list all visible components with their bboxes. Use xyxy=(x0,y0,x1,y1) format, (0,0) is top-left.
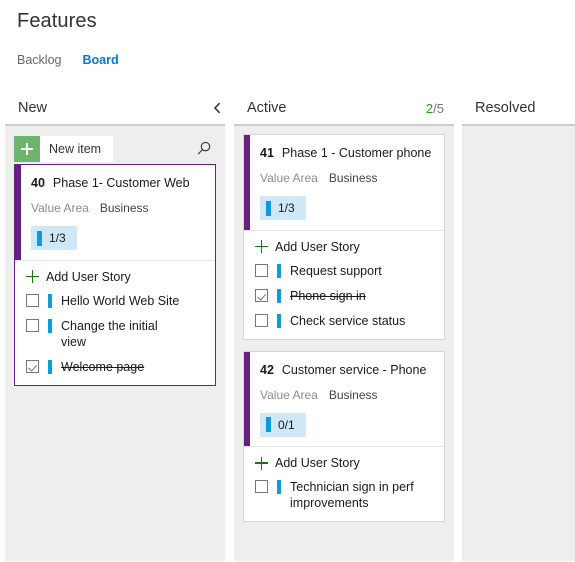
work-item-card[interactable]: 40 Phase 1- Customer Web Value Area Busi… xyxy=(14,164,216,386)
column-header-active: Active 2/5 xyxy=(234,92,458,124)
card-checklist: Add User Story Technician sign in perf i… xyxy=(244,446,444,521)
tab-board[interactable]: Board xyxy=(82,52,118,68)
checkbox[interactable] xyxy=(26,359,39,373)
new-item-button[interactable]: New item xyxy=(14,136,114,162)
card-summary: 42 Customer service - Phone Value Area B… xyxy=(244,351,444,446)
view-tabs: Backlog Board xyxy=(17,52,119,68)
new-item-label: New item xyxy=(49,142,102,156)
card-field: Value Area Business xyxy=(31,201,205,216)
checklist-item-label: Check service status xyxy=(290,313,406,328)
column-header-resolved: Resolved xyxy=(462,92,575,124)
board-column-resolved: Resolved xyxy=(458,92,575,562)
item-type-bar-icon xyxy=(48,318,52,333)
column-body-active[interactable]: 41 Phase 1 - Customer phone Value Area B… xyxy=(234,124,454,561)
field-value[interactable]: Business xyxy=(329,171,378,186)
progress-text: 0/1 xyxy=(278,417,295,432)
card-title-row: 41 Phase 1 - Customer phone xyxy=(260,145,434,161)
progress-badge: 1/3 xyxy=(31,226,77,250)
column-header-new: New xyxy=(5,92,230,124)
card-title: Customer service - Phone xyxy=(281,362,427,377)
card-id: 40 xyxy=(31,176,45,190)
progress-bar-icon xyxy=(266,417,271,432)
field-label: Value Area xyxy=(31,201,89,215)
item-type-bar-icon xyxy=(277,263,281,278)
item-type-bar-icon xyxy=(277,288,281,303)
add-user-story-button[interactable]: Add User Story xyxy=(255,456,434,470)
work-item-card[interactable]: 41 Phase 1 - Customer phone Value Area B… xyxy=(243,134,445,340)
card-title-row: 40 Phase 1- Customer Web xyxy=(31,175,205,191)
kanban-board: New New item 40 Phase 1- Customer Web Va… xyxy=(0,92,575,562)
item-type-bar-icon xyxy=(48,293,52,308)
progress-bar-icon xyxy=(37,230,42,246)
checkbox[interactable] xyxy=(255,288,268,302)
card-id: 42 xyxy=(260,362,274,377)
item-type-bar-icon xyxy=(48,359,52,374)
plus-icon xyxy=(255,240,268,253)
card-summary: 40 Phase 1- Customer Web Value Area Busi… xyxy=(15,165,215,260)
column-body-new[interactable]: New item 40 Phase 1- Customer Web Value … xyxy=(5,124,225,561)
wip-limit: /5 xyxy=(433,100,444,116)
item-type-bar-icon xyxy=(277,480,281,494)
checklist-item-label: Hello World Web Site xyxy=(61,293,180,308)
checkbox[interactable] xyxy=(255,313,268,327)
card-checklist: Add User Story Hello World Web Site Chan… xyxy=(15,259,215,385)
card-field: Value Area Business xyxy=(260,171,434,186)
card-field: Value Area Business xyxy=(260,388,434,403)
column-toolbar: New item xyxy=(14,126,216,164)
column-title: Resolved xyxy=(475,100,536,116)
add-user-story-label: Add User Story xyxy=(46,269,131,284)
checklist-item-label: Change the initial view xyxy=(61,318,158,349)
checklist-item-label: Technician sign in perf improvements xyxy=(290,480,414,510)
field-label: Value Area xyxy=(260,387,318,402)
plus-icon xyxy=(26,270,39,283)
checklist-item[interactable]: Phone sign in xyxy=(255,288,434,304)
card-title: Phase 1- Customer Web xyxy=(52,176,190,190)
progress-badge: 1/3 xyxy=(260,196,306,220)
item-type-bar-icon xyxy=(277,313,281,328)
field-value[interactable]: Business xyxy=(100,201,149,216)
column-wip-count: 2/5 xyxy=(426,101,444,116)
chevron-left-icon[interactable] xyxy=(210,101,224,115)
add-user-story-label: Add User Story xyxy=(275,456,360,470)
checkbox[interactable] xyxy=(26,293,39,307)
checkbox[interactable] xyxy=(255,263,268,277)
checklist-item-label: Phone sign in xyxy=(290,288,366,303)
field-value[interactable]: Business xyxy=(329,388,378,403)
checkbox[interactable] xyxy=(26,318,39,332)
card-title-row: 42 Customer service - Phone xyxy=(260,362,434,378)
tab-backlog[interactable]: Backlog xyxy=(17,52,61,68)
plus-icon xyxy=(14,136,40,162)
checklist-item-label: Request support xyxy=(290,263,382,278)
card-checklist: Add User Story Request support Phone sig… xyxy=(244,229,444,339)
plus-icon xyxy=(255,456,268,470)
work-item-card[interactable]: 42 Customer service - Phone Value Area B… xyxy=(243,350,445,522)
checklist-item[interactable]: Check service status xyxy=(255,313,434,329)
add-user-story-label: Add User Story xyxy=(275,239,360,254)
search-icon[interactable] xyxy=(195,140,213,158)
progress-badge: 0/1 xyxy=(260,412,306,437)
checklist-item[interactable]: Technician sign in perf improvements xyxy=(255,479,434,511)
board-column-active: Active 2/5 41 Phase 1 - Customer phone V… xyxy=(230,92,458,562)
checklist-item[interactable]: Change the initial view xyxy=(26,318,205,350)
progress-text: 1/3 xyxy=(49,231,66,245)
column-title: Active xyxy=(247,100,287,116)
checklist-item[interactable]: Welcome page xyxy=(26,359,205,375)
page-title: Features xyxy=(17,10,97,32)
checkbox[interactable] xyxy=(255,480,268,493)
add-user-story-button[interactable]: Add User Story xyxy=(26,270,205,284)
progress-text: 1/3 xyxy=(278,201,295,215)
checklist-item-label: Welcome page xyxy=(61,359,145,374)
checklist-item[interactable]: Hello World Web Site xyxy=(26,293,205,309)
column-title: New xyxy=(18,100,48,116)
board-column-new: New New item 40 Phase 1- Customer Web Va… xyxy=(0,92,230,562)
column-body-resolved[interactable] xyxy=(462,124,575,561)
checklist-item[interactable]: Request support xyxy=(255,263,434,279)
card-summary: 41 Phase 1 - Customer phone Value Area B… xyxy=(244,135,444,230)
card-id: 41 xyxy=(260,146,274,160)
add-user-story-button[interactable]: Add User Story xyxy=(255,240,434,254)
progress-bar-icon xyxy=(266,200,271,216)
card-title: Phase 1 - Customer phone xyxy=(281,146,432,160)
field-label: Value Area xyxy=(260,171,318,185)
